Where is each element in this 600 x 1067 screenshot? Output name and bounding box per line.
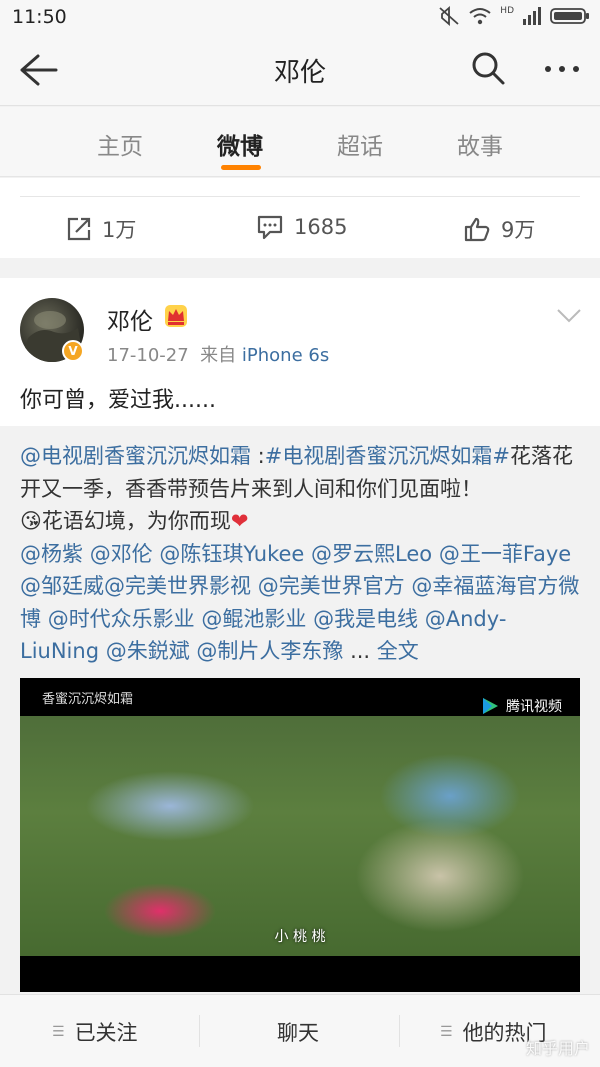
post-card: V 邓伦 17-10-27 来自 iPhone 6s 你可曾，爱过我......…: [0, 278, 600, 1000]
mention-link[interactable]: @时代众乐影业: [48, 607, 195, 631]
more-icon[interactable]: [542, 54, 582, 84]
watermark: 知乎用户: [525, 1039, 590, 1058]
heart-icon: ❤: [230, 509, 249, 533]
mention-link[interactable]: @王一菲Faye: [439, 542, 571, 566]
battery-icon: [550, 8, 589, 24]
chat-button[interactable]: 聊天: [277, 1017, 319, 1047]
crown-icon[interactable]: [164, 304, 188, 328]
repost-text: @电视剧香蜜沉沉烬如霜 :#电视剧香蜜沉沉烬如霜#花落花开又一季，香香带预告片来…: [20, 440, 580, 668]
mute-icon: [439, 6, 459, 26]
video-subtitle: 小 桃 桃: [274, 929, 326, 945]
tab-super-topic[interactable]: 超话: [315, 127, 405, 161]
topic-link[interactable]: #电视剧香蜜沉沉烬如霜#: [265, 444, 510, 468]
post-date: 17-10-27: [107, 345, 189, 366]
repost-ellipsis: ...: [343, 639, 371, 663]
status-time: 11:50: [12, 6, 67, 28]
repost-button[interactable]: 1万: [66, 214, 136, 244]
repost-tagline: 花语幻境，为你而现: [41, 509, 231, 533]
previous-post-actions: 1万 1685 9万: [0, 178, 600, 258]
mention-link[interactable]: @鲲池影业: [201, 607, 306, 631]
thumbs-up-icon: [464, 217, 490, 242]
mention-link[interactable]: @邓伦: [90, 542, 153, 566]
comment-icon: [257, 215, 283, 240]
status-bar: 11:50 HD: [0, 0, 600, 34]
divider: [20, 196, 580, 197]
video-title-watermark: 香蜜沉沉烬如霜: [42, 692, 134, 707]
followed-label: 已关注: [74, 1021, 138, 1045]
full-text-link[interactable]: 全文: [377, 639, 419, 663]
post-meta: 17-10-27 来自 iPhone 6s: [107, 341, 329, 367]
status-icons: HD: [438, 6, 590, 26]
wifi-icon: [469, 8, 491, 25]
comment-button[interactable]: 1685: [256, 214, 347, 240]
mention-link[interactable]: @完美世界影视: [104, 574, 251, 598]
repost-colon: :: [251, 444, 265, 468]
chevron-down-icon[interactable]: [556, 308, 582, 324]
video-platform-name: 腾讯视频: [506, 699, 562, 715]
repost-count: 1万: [102, 218, 137, 242]
mention-link[interactable]: @制片人李东豫: [196, 639, 343, 663]
tab-story[interactable]: 故事: [435, 127, 525, 161]
verified-badge-icon: V: [62, 340, 84, 362]
mention-link[interactable]: @杨紫: [20, 542, 83, 566]
comment-count: 1685: [294, 215, 348, 239]
tab-weibo[interactable]: 微博: [195, 127, 285, 161]
menu-lines-icon: ☰: [52, 1024, 65, 1040]
nav-bar: 邓伦: [0, 34, 600, 106]
page-title: 邓伦: [273, 58, 326, 88]
like-count: 9万: [501, 218, 536, 242]
signal-icon: [523, 7, 541, 25]
mention-link[interactable]: @罗云熙Leo: [311, 542, 432, 566]
mention-link[interactable]: @陈钰琪Yukee: [159, 542, 304, 566]
divider: [199, 1015, 200, 1047]
bottom-toolbar: ☰ 已关注 聊天 ☰ 他的热门 知乎用户: [0, 994, 600, 1067]
video-player[interactable]: 香蜜沉沉烬如霜 腾讯视频 小 桃 桃: [20, 678, 580, 992]
post-source[interactable]: iPhone 6s: [242, 345, 329, 366]
repost-icon: [67, 217, 91, 241]
like-button[interactable]: 9万: [463, 214, 535, 244]
card-separator: [0, 258, 600, 278]
divider: [399, 1015, 400, 1047]
mention-link[interactable]: @我是电线: [313, 607, 418, 631]
followed-button[interactable]: ☰ 已关注: [52, 1017, 138, 1047]
blush-emoji-icon: 😘: [20, 509, 42, 533]
video-platform-logo: 腾讯视频: [480, 696, 562, 716]
post-text: 你可曾，爱过我......: [20, 388, 216, 413]
mention-link[interactable]: @完美世界官方: [258, 574, 405, 598]
search-icon[interactable]: [470, 50, 506, 86]
mention-link[interactable]: @电视剧香蜜沉沉烬如霜: [20, 444, 251, 468]
active-tab-indicator: [221, 165, 261, 170]
author-name[interactable]: 邓伦: [107, 302, 153, 336]
source-prefix: 来自: [200, 345, 237, 366]
profile-tabs: 主页 微博 超话 故事: [0, 107, 600, 177]
reposted-content[interactable]: @电视剧香蜜沉沉烬如霜 :#电视剧香蜜沉沉烬如霜#花落花开又一季，香香带预告片来…: [0, 426, 600, 1000]
mention-link[interactable]: @朱鋭斌: [106, 639, 190, 663]
menu-lines-icon: ☰: [440, 1024, 453, 1040]
video-thumbnail: [20, 716, 580, 956]
chat-label: 聊天: [277, 1021, 319, 1045]
mention-link[interactable]: @邹廷威: [20, 574, 104, 598]
tab-home[interactable]: 主页: [75, 127, 165, 161]
play-logo-icon: [483, 698, 498, 714]
network-label: HD: [500, 6, 514, 16]
